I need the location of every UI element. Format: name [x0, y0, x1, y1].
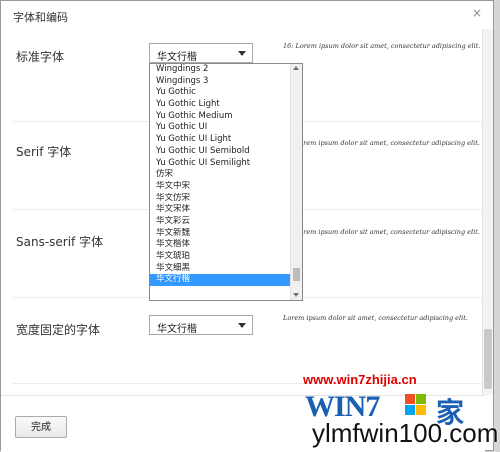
chevron-down-icon — [238, 323, 246, 328]
font-option[interactable]: 华文中宋 — [150, 181, 291, 193]
standard-font-select-value: 华文行楷 — [157, 52, 197, 63]
font-option[interactable]: 华文宋体 — [150, 204, 291, 216]
watermark-site-text-2: ylmfwin100.com — [312, 418, 499, 448]
font-option[interactable]: 华文琥珀 — [150, 251, 291, 263]
fixed-width-font-select[interactable]: 华文行楷 — [149, 315, 253, 335]
section-fixed-width-font: 宽度固定的字体 Lorem ipsum dolor sit amet, cons… — [13, 297, 483, 384]
done-button[interactable]: 完成 — [15, 416, 67, 438]
close-icon[interactable]: × — [471, 7, 483, 19]
dialog-title: 字体和编码 — [13, 11, 68, 24]
font-option[interactable]: 华文新魏 — [150, 228, 291, 240]
font-options: Wingdings 2 Wingdings 3 Yu Gothic Yu Gothic… — [150, 64, 291, 287]
standard-font-select[interactable]: 华文行楷 — [149, 43, 253, 63]
dropdown-scrollbar[interactable] — [290, 64, 302, 300]
standard-font-label: 标准字体 — [16, 50, 65, 64]
serif-font-sample: Lorem ipsum dolor sit amet, consectetur … — [295, 139, 480, 147]
standard-font-sample: 16: Lorem ipsum dolor sit amet, consecte… — [283, 42, 481, 50]
fixed-width-font-sample: Lorem ipsum dolor sit amet, consectetur … — [283, 314, 468, 322]
font-option[interactable]: Yu Gothic UI Semibold — [150, 146, 291, 158]
font-option[interactable]: 华文行楷 — [150, 274, 291, 287]
watermark-site-text: www.win7zhijia.cn — [303, 372, 417, 387]
font-option[interactable]: Wingdings 2 — [150, 64, 291, 76]
serif-font-label: Serif 字体 — [16, 145, 72, 159]
fixed-width-font-select-value: 华文行楷 — [157, 324, 197, 335]
windows-flag-icon — [405, 394, 427, 416]
scroll-down-arrow-icon[interactable] — [293, 293, 299, 297]
dialog-scrollbar-thumb[interactable] — [484, 329, 492, 389]
font-option[interactable]: Yu Gothic Light — [150, 99, 291, 111]
font-option[interactable]: 华文细黑 — [150, 263, 291, 275]
sans-serif-font-sample: Lorem ipsum dolor sit amet, consectetur … — [295, 228, 480, 236]
fixed-width-font-label: 宽度固定的字体 — [16, 323, 101, 337]
font-dropdown-list[interactable]: Wingdings 2 Wingdings 3 Yu Gothic Yu Gothic… — [149, 63, 303, 301]
font-option[interactable]: 华文彩云 — [150, 216, 291, 228]
font-settings-dialog: 字体和编码 × 标准字体 16: Lorem ipsum dolor sit a… — [0, 0, 494, 452]
font-option[interactable]: Yu Gothic — [150, 87, 291, 99]
dropdown-scrollbar-thumb[interactable] — [293, 268, 300, 281]
sans-serif-font-label: Sans-serif 字体 — [16, 235, 104, 249]
font-option[interactable]: Yu Gothic Medium — [150, 111, 291, 123]
dialog-scrollbar[interactable] — [482, 29, 493, 395]
font-option[interactable]: 仿宋 — [150, 169, 291, 181]
font-option[interactable]: Yu Gothic UI — [150, 122, 291, 134]
font-option[interactable]: 华文仿宋 — [150, 193, 291, 205]
scroll-up-arrow-icon[interactable] — [293, 66, 299, 70]
font-option[interactable]: Wingdings 3 — [150, 76, 291, 88]
chevron-down-icon — [238, 51, 246, 56]
font-option[interactable]: Yu Gothic UI Light — [150, 134, 291, 146]
font-option[interactable]: 华文楷体 — [150, 239, 291, 251]
font-option[interactable]: Yu Gothic UI Semilight — [150, 158, 291, 170]
